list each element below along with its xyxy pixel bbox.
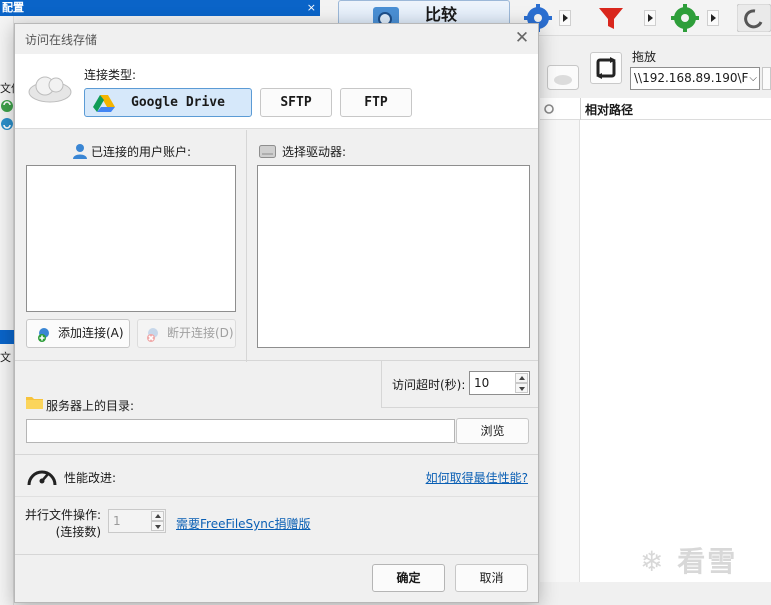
server-directory-input[interactable] bbox=[26, 419, 455, 443]
remove-user-icon bbox=[145, 326, 161, 353]
performance-label: 性能改进: bbox=[64, 471, 117, 485]
vertical-divider bbox=[246, 130, 247, 362]
folder-icon bbox=[26, 395, 43, 412]
connection-type-label: 连接类型: bbox=[84, 68, 137, 82]
connection-type-section: 连接类型: Google Drive SFTP FTP bbox=[15, 54, 538, 129]
close-icon[interactable]: ✕ bbox=[512, 28, 532, 48]
dialog-title: 访问在线存储 bbox=[25, 33, 98, 47]
left-selected-cell bbox=[0, 330, 14, 344]
performance-help-link[interactable]: 如何取得最佳性能? bbox=[426, 469, 528, 486]
timeout-value: 10 bbox=[474, 376, 490, 390]
folder-path-value: \\192.168.89.190\F bbox=[634, 71, 749, 85]
left-tab-file-2[interactable]: 文 bbox=[0, 349, 11, 365]
watermark-text: 看雪 bbox=[677, 545, 738, 578]
sync-settings-gear-icon[interactable] bbox=[671, 4, 699, 32]
disconnect-button[interactable]: 断开连接(D) bbox=[137, 319, 236, 348]
parallel-ops-spinner[interactable]: 1 bbox=[108, 509, 166, 533]
add-connection-label: 添加连接(A) bbox=[58, 326, 124, 340]
spin-down-icon[interactable] bbox=[515, 383, 528, 393]
cancel-button[interactable]: 取消 bbox=[455, 564, 528, 592]
divider-3 bbox=[15, 496, 538, 497]
parallel-ops-value: 1 bbox=[113, 514, 121, 528]
filter-dropdown-arrow[interactable] bbox=[644, 10, 656, 26]
column-separator[interactable] bbox=[580, 98, 581, 120]
browse-button[interactable]: 浏览 bbox=[456, 418, 529, 444]
snowflake-icon: ❄ bbox=[640, 545, 666, 578]
parallel-ops-label: 并行文件操作: (连接数) bbox=[25, 507, 101, 541]
folder-path-input[interactable]: \\192.168.89.190\F ⌵ bbox=[630, 67, 760, 90]
refresh-icon[interactable] bbox=[542, 102, 556, 116]
browse-folder-button[interactable] bbox=[762, 67, 771, 90]
divider-2 bbox=[15, 454, 538, 455]
ftp-button[interactable]: FTP bbox=[340, 88, 412, 117]
accounts-drives-section: 已连接的用户账户: 添加连接(A) 断开连接(D) 选择驱动器: bbox=[15, 130, 538, 362]
file-grid-body[interactable] bbox=[580, 120, 771, 582]
filter-icon[interactable] bbox=[597, 4, 625, 32]
config-panel-close-icon[interactable]: × bbox=[307, 0, 316, 16]
drive-icon bbox=[259, 143, 276, 162]
user-icon bbox=[72, 143, 88, 162]
chevron-down-icon[interactable]: ⌵ bbox=[749, 68, 757, 89]
sftp-button[interactable]: SFTP bbox=[260, 88, 332, 117]
drag-drop-label: 拖放 bbox=[632, 50, 657, 64]
ok-button[interactable]: 确定 bbox=[372, 564, 445, 592]
watermark: ❄ 看雪 bbox=[640, 540, 737, 580]
speedometer-icon bbox=[26, 461, 58, 494]
disconnect-label: 断开连接(D) bbox=[167, 326, 234, 340]
spin-up-icon[interactable] bbox=[151, 511, 164, 521]
cloud-button[interactable] bbox=[547, 65, 579, 90]
google-drive-icon bbox=[93, 95, 115, 122]
drives-list[interactable] bbox=[257, 165, 530, 348]
google-drive-label: Google Drive bbox=[131, 95, 225, 110]
relative-path-column-header[interactable]: 相对路径 bbox=[585, 101, 633, 118]
parallel-ops-label-line2: (连接数) bbox=[55, 525, 102, 539]
add-connection-button[interactable]: 添加连接(A) bbox=[26, 319, 130, 348]
google-drive-button[interactable]: Google Drive bbox=[84, 88, 252, 117]
connected-accounts-label: 已连接的用户账户: bbox=[91, 145, 192, 159]
dialog-footer: 确定 取消 bbox=[15, 554, 538, 602]
grid-left-column bbox=[540, 120, 580, 582]
select-drive-label: 选择驱动器: bbox=[282, 145, 347, 159]
synchronize-icon[interactable] bbox=[736, 3, 771, 33]
config-panel-title: 配置 × bbox=[0, 0, 320, 16]
timeout-spinner[interactable]: 10 bbox=[469, 371, 530, 395]
accounts-list[interactable] bbox=[26, 165, 236, 312]
donation-edition-link[interactable]: 需要FreeFileSync捐赠版 bbox=[176, 515, 310, 532]
file-grid-header: 相对路径 bbox=[540, 98, 771, 120]
timeout-label: 访问超时(秒): bbox=[392, 378, 466, 392]
sync-small-icon-2 bbox=[0, 117, 14, 131]
parallel-ops-label-line1: 并行文件操作: bbox=[25, 508, 102, 522]
compare-dropdown-arrow[interactable] bbox=[559, 10, 571, 26]
compare-label: 比较 bbox=[425, 5, 458, 24]
sync-small-icon bbox=[0, 99, 14, 113]
cloud-icon bbox=[27, 72, 73, 107]
swap-sides-button[interactable] bbox=[590, 52, 622, 84]
add-user-icon bbox=[36, 326, 52, 353]
sync-dropdown-arrow[interactable] bbox=[707, 10, 719, 26]
spin-up-icon[interactable] bbox=[515, 373, 528, 383]
online-storage-dialog: 访问在线存储 ✕ 连接类型: Google Drive SFTP FTP 已连接… bbox=[14, 23, 539, 603]
server-directory-label: 服务器上的目录: bbox=[46, 399, 135, 413]
spin-down-icon[interactable] bbox=[151, 521, 164, 531]
config-panel-title-text: 配置 bbox=[2, 1, 24, 14]
swap-icon bbox=[596, 57, 616, 79]
